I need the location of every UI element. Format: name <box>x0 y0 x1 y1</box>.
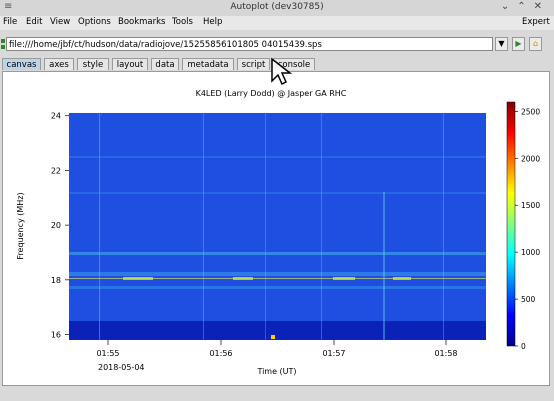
colorbar <box>506 101 516 347</box>
tab-style[interactable]: style <box>77 58 109 70</box>
menu-bar: File Edit View Options Bookmarks Tools H… <box>0 16 554 30</box>
menu-tools[interactable]: Tools <box>172 17 193 27</box>
x-date-label: 2018-05-04 <box>98 363 145 372</box>
go-button[interactable]: ▶ <box>512 37 525 51</box>
x-tick-label: 01:56 <box>209 349 232 358</box>
y-axis-label: Frequency (MHz) <box>16 192 25 259</box>
url-input[interactable]: file:///home/jbf/ct/hudson/data/radiojov… <box>6 37 493 51</box>
data-source-icon <box>1 39 5 49</box>
x-axis: 01:55 01:56 01:57 01:58 <box>96 340 458 358</box>
window-controls[interactable]: ⌄⌃✕ <box>501 1 550 12</box>
x-tick-label: 01:57 <box>322 349 345 358</box>
menu-bookmarks[interactable]: Bookmarks <box>118 17 166 27</box>
menu-file[interactable]: File <box>3 17 17 27</box>
menu-view[interactable]: View <box>50 17 70 27</box>
y-axis: 16 18 20 22 24 <box>51 112 69 340</box>
colorbar-tick-label: 1000 <box>521 248 540 257</box>
colorbar-tick-label: 2000 <box>521 154 540 163</box>
menu-edit[interactable]: Edit <box>26 17 42 27</box>
x-tick-label: 01:55 <box>96 349 119 358</box>
colorbar-tick-label: 0 <box>521 342 526 351</box>
colorbar-tick-label: 500 <box>521 295 536 304</box>
open-folder-button[interactable]: ⌂ <box>529 37 542 51</box>
x-tick-label: 01:58 <box>434 349 457 358</box>
y-tick-label: 22 <box>51 166 61 175</box>
y-tick-label: 24 <box>51 112 61 121</box>
x-axis-label: Time (UT) <box>256 367 296 376</box>
title-bar: ≡ Autoplot (dev30785) ⌄⌃✕ <box>0 0 554 17</box>
spectrogram-plot: K4LED (Larry Dodd) @ Jasper GA RHC 16 18 2… <box>16 89 540 376</box>
tab-metadata[interactable]: metadata <box>182 58 234 70</box>
y-tick-label: 16 <box>51 331 61 340</box>
menu-options[interactable]: Options <box>78 17 111 27</box>
colorbar-tick-label: 1500 <box>521 201 540 210</box>
menu-expert[interactable]: Expert <box>522 17 550 27</box>
mouse-cursor-icon <box>271 57 293 86</box>
colorbar-ticks: 0 500 1000 1500 2000 2500 <box>515 107 540 351</box>
tab-axes[interactable]: axes <box>44 58 74 70</box>
address-row: file:///home/jbf/ct/hudson/data/radiojov… <box>0 36 554 54</box>
tab-layout[interactable]: layout <box>112 58 148 70</box>
chart-title: K4LED (Larry Dodd) @ Jasper GA RHC <box>196 89 347 98</box>
y-tick-label: 18 <box>51 276 61 285</box>
menu-help[interactable]: Help <box>203 17 222 27</box>
url-dropdown-button[interactable]: ▼ <box>495 37 508 51</box>
y-tick-label: 20 <box>51 221 61 230</box>
tab-script[interactable]: script <box>237 58 270 70</box>
tab-canvas[interactable]: canvas <box>2 58 41 70</box>
spectrogram-image <box>69 113 486 340</box>
window-title: Autoplot (dev30785) <box>230 2 324 12</box>
canvas-panel[interactable]: K4LED (Larry Dodd) @ Jasper GA RHC 16 18 2… <box>2 71 550 386</box>
colorbar-tick-label: 2500 <box>521 107 540 116</box>
tab-data[interactable]: data <box>151 58 179 70</box>
